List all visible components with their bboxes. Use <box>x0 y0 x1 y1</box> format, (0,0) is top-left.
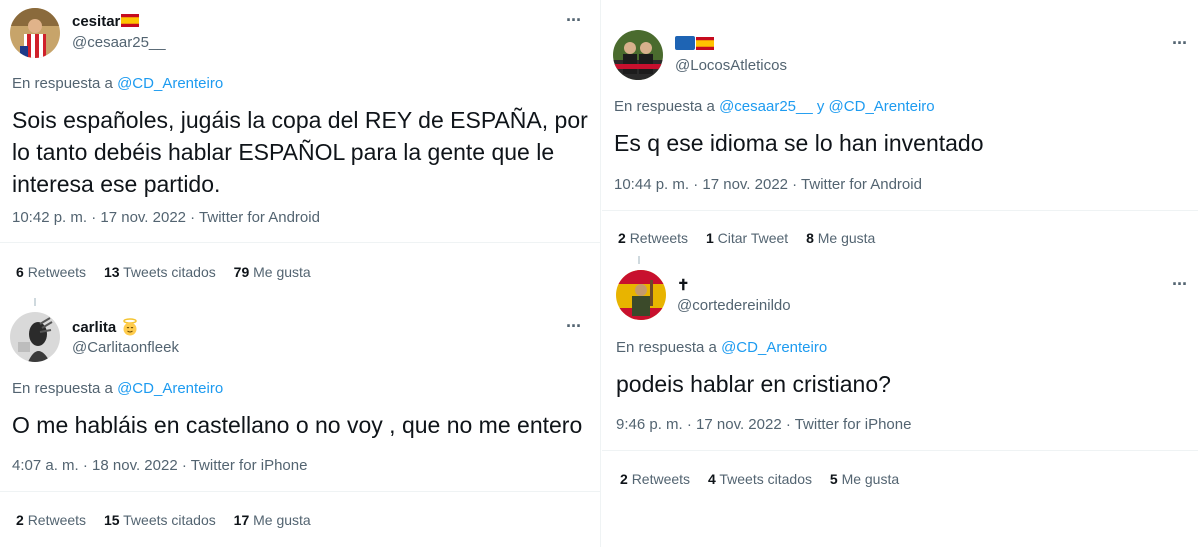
reply-prefix: En respuesta a <box>616 339 717 356</box>
mention-link[interactable]: @CD_Arenteiro <box>117 380 223 397</box>
display-name[interactable]: cesitar <box>72 13 140 30</box>
stat-count: 2 <box>16 512 24 528</box>
stat-label: Tweets citados <box>123 264 216 280</box>
more-options-button[interactable]: ··· <box>566 316 582 337</box>
tweet-timestamp[interactable]: 9:46 p. m. · 17 nov. 2022 · Twitter for … <box>616 416 911 433</box>
stat-count: 13 <box>103 264 120 280</box>
reply-context: En respuesta a @CD_Arenteiro <box>616 339 827 356</box>
tweet-text: Es q ese idioma se lo han inventado <box>614 130 984 156</box>
tweet-timestamp[interactable]: 10:44 p. m. · 17 nov. 2022 · Twitter for… <box>614 176 922 193</box>
stat-count: 4 <box>707 471 716 487</box>
stat-label: Retweets <box>27 264 87 280</box>
tweet-text: podeis hablar en cristiano? <box>616 371 891 397</box>
stat-label: Tweets citados <box>719 471 812 487</box>
avatar-image <box>10 8 60 58</box>
stat-count: 15 <box>103 512 120 528</box>
avatar-image <box>613 30 663 80</box>
display-name[interactable]: carlita <box>72 318 139 336</box>
display-name[interactable] <box>675 36 714 53</box>
user-handle[interactable]: @LocosAtleticos <box>675 57 787 74</box>
atm-badge-icon <box>675 36 695 50</box>
stat-label: Retweets <box>629 230 689 246</box>
avatar[interactable] <box>616 270 666 320</box>
reply-context: En respuesta a @CD_Arenteiro <box>12 380 223 397</box>
retweets-stat[interactable]: 2 Retweets <box>620 471 690 487</box>
stat-label: Retweets <box>631 471 691 487</box>
divider <box>0 491 600 492</box>
stat-count: 1 <box>705 230 714 246</box>
likes-stat[interactable]: 8 Me gusta <box>806 230 875 246</box>
retweets-stat[interactable]: 2 Retweets <box>618 230 688 246</box>
retweets-stat[interactable]: 6 Retweets <box>16 264 86 280</box>
quote-tweets-stat[interactable]: 15 Tweets citados <box>104 512 216 528</box>
reply-prefix: En respuesta a <box>614 98 715 115</box>
spain-flag-icon <box>121 14 140 27</box>
display-name[interactable]: ✝ <box>677 276 690 294</box>
more-options-button[interactable]: ··· <box>1172 274 1188 295</box>
reply-context: En respuesta a @CD_Arenteiro <box>12 75 223 92</box>
quote-tweets-stat[interactable]: 1 Citar Tweet <box>706 230 788 246</box>
mention-link[interactable]: @CD_Arenteiro <box>721 339 827 356</box>
tweet-cesitar[interactable]: cesitar @cesaar25__ ··· En respuesta a @… <box>0 0 600 296</box>
tweet-carlita[interactable]: carlita @Carlitaonfleek ··· En respuesta… <box>0 300 600 547</box>
reply-context: En respuesta a @cesaar25__ y @CD_Arentei… <box>614 98 935 115</box>
angel-face-icon <box>123 318 138 336</box>
likes-stat[interactable]: 17 Me gusta <box>234 512 311 528</box>
stat-count: 79 <box>233 264 250 280</box>
avatar[interactable] <box>613 30 663 80</box>
user-handle[interactable]: @Carlitaonfleek <box>72 339 179 356</box>
stat-count: 2 <box>618 230 626 246</box>
tweet-timestamp[interactable]: 4:07 a. m. · 18 nov. 2022 · Twitter for … <box>12 457 307 474</box>
avatar-image <box>10 312 60 362</box>
user-handle[interactable]: @cortedereinildo <box>677 297 791 314</box>
divider <box>0 242 600 243</box>
tweet-stats: 2 Retweets 4 Tweets citados 5 Me gusta <box>620 471 899 487</box>
stat-label: Me gusta <box>817 230 876 246</box>
stat-label: Tweets citados <box>123 512 216 528</box>
divider <box>602 450 1198 451</box>
reply-prefix: En respuesta a <box>12 380 113 397</box>
display-name-text[interactable]: cesitar <box>72 13 120 30</box>
reply-prefix: En respuesta a <box>12 75 113 92</box>
mention-link[interactable]: @cesaar25__ <box>719 98 813 115</box>
mention-link[interactable]: @CD_Arenteiro <box>117 75 223 92</box>
stat-label: Citar Tweet <box>717 230 789 246</box>
tweet-locosatleticos[interactable]: @LocosAtleticos ··· En respuesta a @cesa… <box>602 0 1198 262</box>
tweet-stats: 6 Retweets 13 Tweets citados 79 Me gusta <box>16 264 311 280</box>
stat-count: 5 <box>829 471 838 487</box>
stat-label: Me gusta <box>253 512 311 528</box>
likes-stat[interactable]: 5 Me gusta <box>830 471 899 487</box>
tweet-cortedereinildo[interactable]: ✝ @cortedereinildo ··· En respuesta a @C… <box>602 262 1198 547</box>
avatar[interactable] <box>10 312 60 362</box>
stat-count: 8 <box>806 230 814 246</box>
tweet-stats: 2 Retweets 15 Tweets citados 17 Me gusta <box>16 512 311 528</box>
quote-tweets-stat[interactable]: 4 Tweets citados <box>708 471 812 487</box>
mention-joiner: y <box>816 98 825 115</box>
stat-count: 17 <box>233 512 250 528</box>
divider <box>602 210 1198 211</box>
avatar[interactable] <box>10 8 60 58</box>
stat-label: Me gusta <box>253 264 311 280</box>
column-divider <box>600 0 601 547</box>
spain-flag-icon <box>696 37 714 50</box>
tweet-text: O me habláis en castellano o no voy , qu… <box>12 412 583 438</box>
stat-label: Me gusta <box>841 471 900 487</box>
quote-tweets-stat[interactable]: 13 Tweets citados <box>104 264 216 280</box>
cross-icon[interactable]: ✝ <box>677 277 690 294</box>
retweets-stat[interactable]: 2 Retweets <box>16 512 86 528</box>
tweet-stats: 2 Retweets 1 Citar Tweet 8 Me gusta <box>618 230 875 246</box>
stat-count: 6 <box>16 264 24 280</box>
display-name-text[interactable]: carlita <box>72 319 116 336</box>
stat-label: Retweets <box>27 512 87 528</box>
stat-count: 2 <box>620 471 628 487</box>
more-options-button[interactable]: ··· <box>1172 33 1188 54</box>
tweet-text: Sois españoles, jugáis la copa del REY d… <box>12 107 588 197</box>
more-options-button[interactable]: ··· <box>566 10 582 31</box>
mention-link[interactable]: @CD_Arenteiro <box>829 98 935 115</box>
user-handle[interactable]: @cesaar25__ <box>72 34 166 51</box>
likes-stat[interactable]: 79 Me gusta <box>234 264 311 280</box>
tweet-timestamp[interactable]: 10:42 p. m. · 17 nov. 2022 · Twitter for… <box>12 209 320 226</box>
avatar-image <box>616 270 666 320</box>
